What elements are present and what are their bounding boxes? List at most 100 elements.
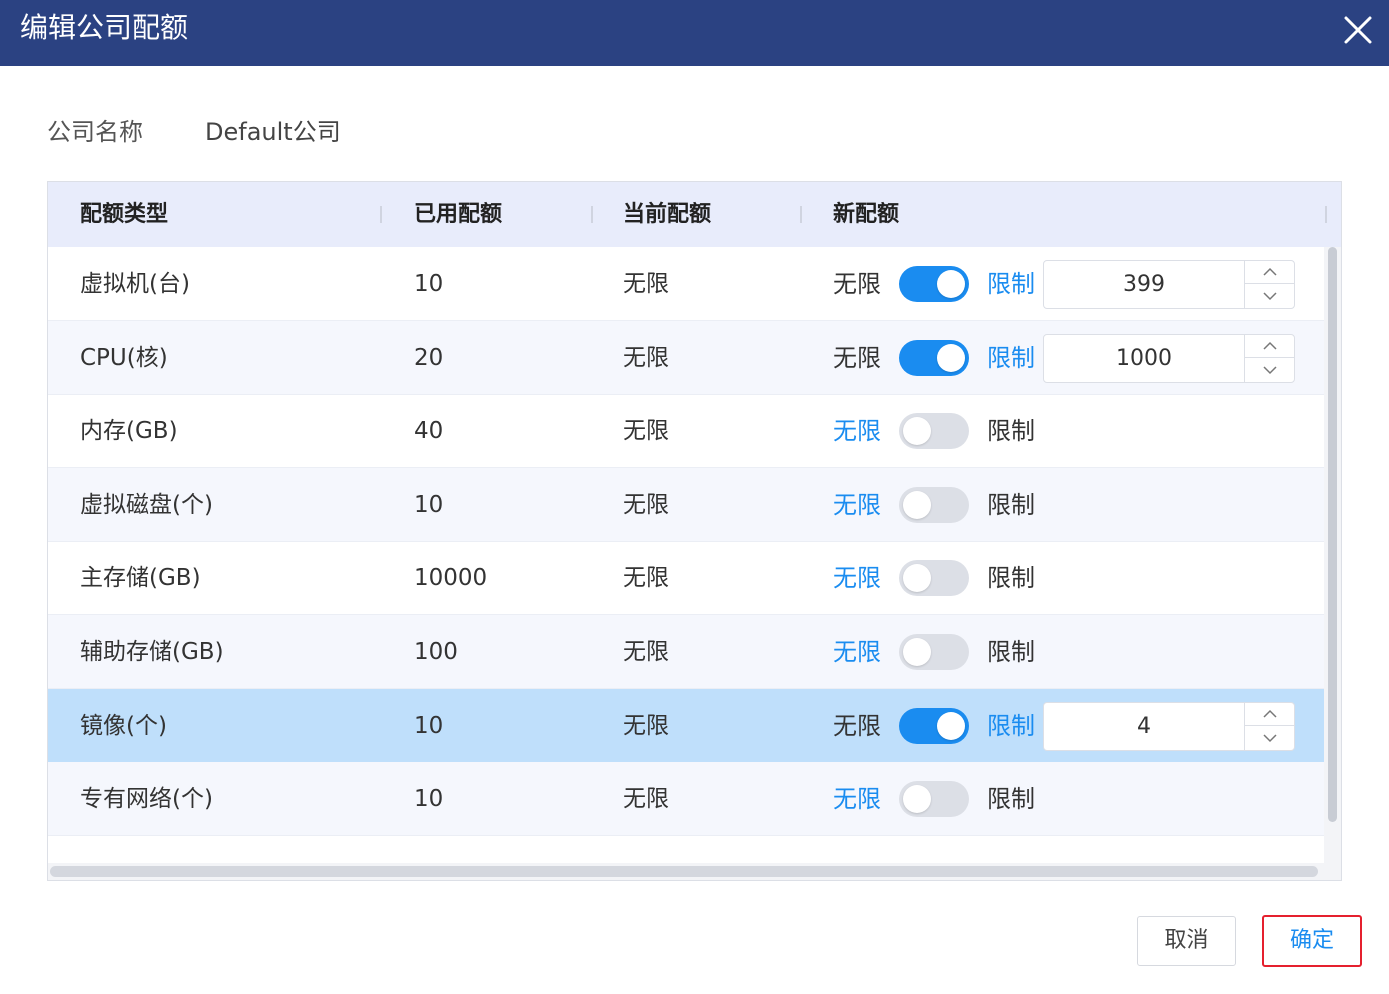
quota-type-cell: 虚拟磁盘(个) [80,491,213,518]
current-quota-cell: 无限 [623,271,669,297]
unlimited-option[interactable]: 无限 [833,762,881,836]
quota-value-input[interactable]: 1000 [1044,335,1244,382]
unlimited-option[interactable]: 无限 [833,468,881,542]
horizontal-scrollbar-thumb[interactable] [50,866,1318,877]
vertical-scrollbar-thumb[interactable] [1328,247,1337,822]
chevron-up-icon[interactable] [1245,261,1295,284]
column-divider [800,206,802,223]
limit-option[interactable]: 限制 [987,541,1035,615]
limit-toggle-switch[interactable] [899,560,969,597]
chevron-up-icon[interactable] [1245,335,1295,358]
table-row[interactable]: 辅助存储(GB) 100 无限 无限 限制 [48,615,1324,689]
limit-option[interactable]: 限制 [987,247,1035,321]
unlimited-option[interactable]: 无限 [833,247,881,321]
used-quota-cell: 10 [414,491,444,518]
unlimited-option[interactable]: 无限 [833,615,881,689]
table-row[interactable]: 主存储(GB) 10000 无限 无限 限制 [48,541,1324,616]
table-row[interactable]: CPU(核) 20 无限 无限 限制 1000 [48,320,1324,395]
limit-toggle-switch[interactable] [899,413,969,450]
stepper-controls [1244,261,1295,308]
chevron-up-icon[interactable] [1245,703,1295,726]
quota-value-stepper[interactable]: 1000 [1043,333,1295,383]
confirm-button[interactable]: 确定 [1262,915,1362,967]
quota-type-cell: 内存(GB) [80,418,178,445]
quota-type-cell: 主存储(GB) [80,565,201,592]
edit-company-quota-dialog: 编辑公司配额 公司名称 Default公司 配额类型 已用配额 当前配额 新配额… [0,0,1389,994]
current-quota-cell: 无限 [623,786,669,813]
limit-toggle-switch[interactable] [899,781,969,818]
current-quota-cell: 无限 [623,344,669,371]
current-quota-cell: 无限 [623,712,669,739]
cancel-button[interactable]: 取消 [1137,916,1236,966]
chevron-down-icon[interactable] [1245,727,1295,750]
chevron-down-icon[interactable] [1245,359,1295,382]
column-divider [380,206,382,223]
column-divider [1325,206,1327,223]
table-row[interactable]: 专有网络(个) 10 无限 无限 限制 [48,762,1324,837]
quota-value-input[interactable]: 4 [1044,703,1244,750]
limit-option[interactable]: 限制 [987,468,1035,542]
chevron-down-icon[interactable] [1245,285,1295,308]
table-row[interactable]: 虚拟机(台) 10 无限 无限 限制 399 [48,247,1324,321]
current-quota-cell: 无限 [623,491,669,518]
quota-value-input[interactable]: 399 [1044,261,1244,308]
unlimited-option[interactable]: 无限 [833,541,881,615]
stepper-controls [1244,702,1295,750]
quota-type-cell: 虚拟机(台) [80,271,190,297]
used-quota-cell: 10 [414,786,444,813]
quota-value-stepper[interactable]: 399 [1043,260,1295,309]
toggle-knob [937,711,965,740]
current-quota-cell: 无限 [623,565,669,592]
column-divider [591,206,593,223]
toggle-knob [903,417,931,446]
header-quota-type: 配额类型 [80,202,169,227]
quota-type-cell: 专有网络(个) [80,786,213,813]
used-quota-cell: 10 [414,712,444,739]
horizontal-scrollbar[interactable] [48,863,1324,880]
limit-option[interactable]: 限制 [987,689,1035,763]
unlimited-option[interactable]: 无限 [833,394,881,468]
table-row[interactable]: 内存(GB) 40 无限 无限 限制 [48,394,1324,469]
stepper-controls [1244,334,1295,382]
limit-option[interactable]: 限制 [987,321,1035,395]
used-quota-cell: 20 [414,344,444,371]
quota-type-cell: CPU(核) [80,344,168,371]
quota-value-stepper[interactable]: 4 [1043,701,1295,751]
quota-table: 配额类型 已用配额 当前配额 新配额 虚拟机(台) 10 无限 无限 限制 399 CPU(… [47,181,1342,881]
toggle-knob [903,638,931,666]
limit-option[interactable]: 限制 [987,615,1035,689]
header-current-quota: 当前配额 [623,202,712,227]
limit-option[interactable]: 限制 [987,394,1035,468]
limit-option[interactable]: 限制 [987,762,1035,836]
limit-toggle-switch[interactable] [899,266,969,302]
used-quota-cell: 10 [414,271,444,297]
header-new-quota: 新配额 [833,202,900,227]
limit-toggle-switch[interactable] [899,707,969,744]
used-quota-cell: 10000 [414,565,488,592]
toggle-knob [903,490,931,519]
dialog-header: 编辑公司配额 [0,0,1389,66]
toggle-knob [903,785,931,814]
table-header: 配额类型 已用配额 当前配额 新配额 [48,182,1341,247]
unlimited-option[interactable]: 无限 [833,689,881,763]
toggle-knob [937,270,965,298]
company-name-label: 公司名称 [47,118,143,146]
limit-toggle-switch[interactable] [899,486,969,523]
table-row[interactable]: 虚拟磁盘(个) 10 无限 无限 限制 [48,467,1324,542]
toggle-knob [903,564,931,593]
current-quota-cell: 无限 [623,639,669,665]
quota-type-cell: 镜像(个) [80,712,167,739]
used-quota-cell: 40 [414,418,444,445]
limit-toggle-switch[interactable] [899,634,969,670]
quota-type-cell: 辅助存储(GB) [80,639,224,665]
company-name-value: Default公司 [205,118,341,146]
table-row[interactable]: 镜像(个) 10 无限 无限 限制 4 [48,688,1324,763]
current-quota-cell: 无限 [623,418,669,445]
used-quota-cell: 100 [414,639,458,665]
unlimited-option[interactable]: 无限 [833,321,881,395]
header-used-quota: 已用配额 [414,202,503,227]
limit-toggle-switch[interactable] [899,339,969,376]
vertical-scrollbar[interactable] [1324,247,1341,880]
close-icon[interactable] [1340,12,1376,48]
toggle-knob [937,343,965,372]
